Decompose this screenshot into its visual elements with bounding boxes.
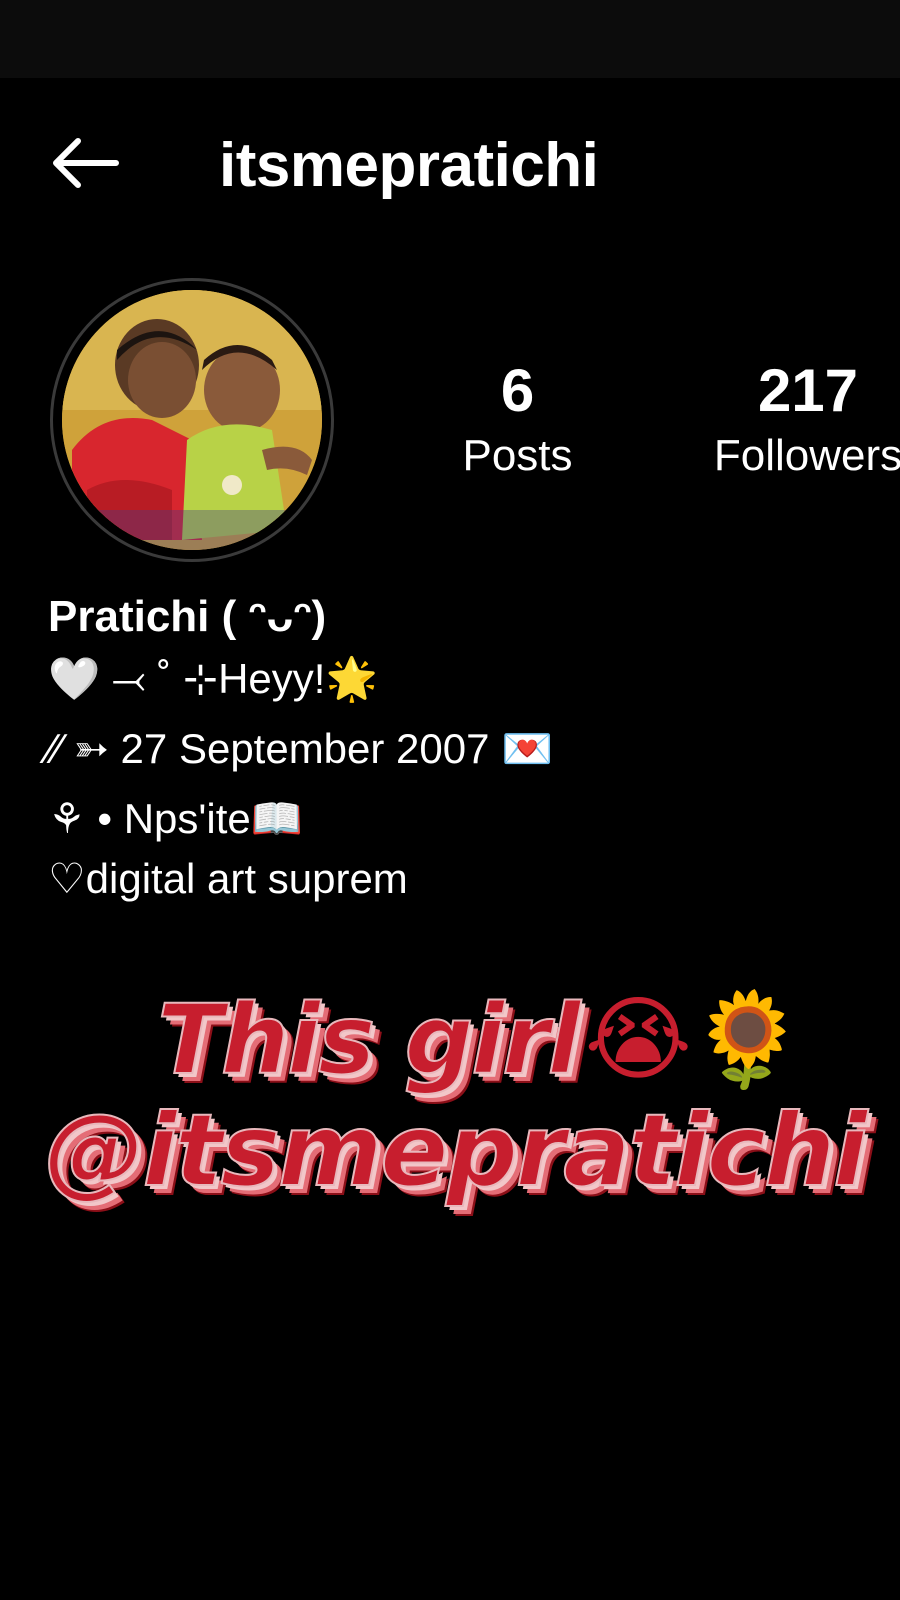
back-button[interactable] [44,135,124,195]
arrow-left-icon [48,135,120,196]
sticker-mention[interactable]: @itsmepratichi [30,1092,880,1210]
posts-stat[interactable]: 6 Posts [445,355,590,485]
profile-photo-image [62,290,322,550]
bio-line-school: ⚘ • Nps'ite📖 [48,795,304,842]
page-title: itsmepratichi [219,131,599,200]
posts-count: 6 [500,357,535,424]
profile-name: Pratichi ( ᵔᴗᵔ) [48,592,327,641]
posts-label: Posts [462,431,573,480]
bio-line-birthday: ⁄⁄ ➳ 27 September 2007 💌 [48,725,554,772]
bio-line-art: ♡digital art suprem [48,855,408,902]
followers-count: 217 [757,357,859,424]
followers-stat[interactable]: 217 Followers [688,355,900,485]
sticker-line-this-girl: This girl 😭🌻 [80,984,880,1096]
bio-line-greeting: 🤍 ⤙ ˚ ⊹Heyy!🌟 [48,655,378,702]
crying-sunflower-emoji-icon: 😭🌻 [584,986,805,1093]
profile-screen: itsmepratichi 6 Posts 217 Followers Prat… [0,0,900,1600]
avatar[interactable] [50,278,334,562]
status-bar [0,0,900,78]
followers-label: Followers [713,431,900,480]
bio: Pratichi ( ᵔᴗᵔ) 🤍 ⤙ ˚ ⊹Heyy!🌟 ⁄⁄ ➳ 27 Se… [48,590,868,904]
sticker-text-this-girl: This girl [156,984,581,1096]
avatar-photo [62,290,322,550]
story-text-sticker: This girl 😭🌻 @itsmepratichi [30,984,880,1210]
